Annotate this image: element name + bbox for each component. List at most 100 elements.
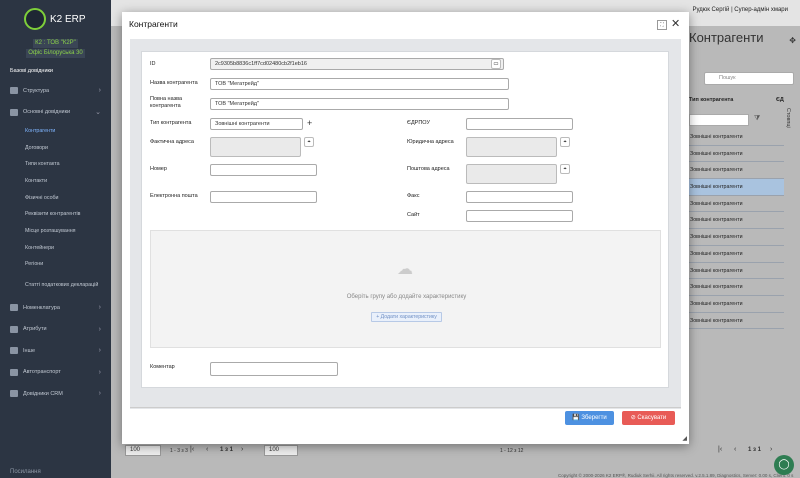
first-page-icon[interactable]: |‹: [190, 446, 194, 453]
nomenclature-icon: [10, 304, 18, 312]
prev-page-icon[interactable]: ‹: [206, 446, 208, 453]
sidebar-sub-tax-articles[interactable]: Статті податкових декларацій: [0, 273, 111, 297]
sidebar-item-vehicles[interactable]: Автотранспорт ›: [0, 362, 111, 384]
sidebar-sub-requisites[interactable]: Реквізити контрагентів: [0, 206, 111, 223]
range-text-mid: 1 - 12 з 12: [500, 448, 524, 454]
sidebar-sub-counterparties[interactable]: Контрагенти: [0, 123, 111, 140]
save-label: Зберегти: [581, 415, 607, 421]
sidebar-sub-containers[interactable]: Контейнери: [0, 240, 111, 257]
name-field[interactable]: ТОВ "Мегатрейд": [210, 78, 509, 90]
sidebar-menu: Структура › Основні довідники ⌄ Контрагент…: [0, 80, 111, 405]
sidebar-item-attributes[interactable]: Атрибути ›: [0, 319, 111, 341]
table-row[interactable]: Зовнішні контрагенти: [689, 179, 784, 196]
sidebar-item-nomenclature[interactable]: Номенклатура ›: [0, 297, 111, 319]
add-characteristic-button[interactable]: + Додати характеристику: [371, 312, 442, 322]
sidebar-sub-regions[interactable]: Регіони: [0, 257, 111, 274]
characteristics-empty-text: Оберіть групу або додайте характеристику: [346, 294, 467, 300]
first-page-icon[interactable]: |‹: [718, 446, 722, 453]
form-panel: ID 2c9305b8836c1ff7cd02480cb2f1eb16 ▭ На…: [141, 51, 669, 388]
sidebar-sub-locations[interactable]: Місце розташування: [0, 223, 111, 240]
sidebar-footer-link[interactable]: Посилання: [10, 469, 41, 475]
id-field[interactable]: 2c9305b8836c1ff7cd02480cb2f1eb16: [210, 58, 504, 70]
table-row[interactable]: Зовнішні контрагенти: [689, 196, 784, 213]
map-pin-icon[interactable]: ⌖: [560, 164, 570, 174]
page-indicator-right: 1 з 1: [748, 447, 761, 453]
column-filter-input[interactable]: [689, 114, 749, 126]
add-type-icon[interactable]: +: [307, 118, 312, 128]
table-row[interactable]: Зовнішні контрагенти: [689, 263, 784, 280]
close-icon[interactable]: ✕: [671, 17, 680, 30]
name-label: Назва контрагента: [150, 80, 198, 86]
table-row[interactable]: Зовнішні контрагенти: [689, 313, 784, 330]
table-row[interactable]: Зовнішні контрагенти: [689, 162, 784, 180]
sidebar-item-label: Основні довідники: [23, 109, 71, 116]
legal-address-label: Юридична адреса: [407, 139, 454, 145]
k2-logo-icon: [24, 8, 46, 30]
sidebar-item-label: Структура: [23, 87, 50, 94]
column-header-type[interactable]: Тип контрагента: [689, 97, 733, 103]
email-field[interactable]: [210, 191, 317, 203]
attributes-icon: [10, 325, 18, 333]
fax-field[interactable]: [466, 191, 573, 203]
table-row[interactable]: Зовнішні контрагенти: [689, 129, 784, 146]
sidebar-item-structure[interactable]: Структура ›: [0, 80, 111, 102]
search-input[interactable]: Пошук: [704, 72, 794, 85]
user-info[interactable]: Рудюк Сергій | Супер-адмін хмари: [692, 7, 788, 13]
cancel-button[interactable]: ⊘ Скасувати: [622, 411, 675, 425]
table-row[interactable]: Зовнішні контрагенти: [689, 296, 784, 313]
fax-label: Факс: [407, 193, 420, 199]
table-row[interactable]: Зовнішні контрагенти: [689, 212, 784, 230]
prev-page-icon[interactable]: ‹: [734, 446, 736, 453]
sidebar-item-other[interactable]: Інше ›: [0, 340, 111, 362]
app-name: K2 ERP: [50, 13, 86, 25]
columns-side-tab[interactable]: Стовпці: [785, 108, 791, 128]
map-pin-icon[interactable]: ⌖: [560, 137, 570, 147]
table-row[interactable]: Зовнішні контрагенти: [689, 146, 784, 163]
page-title: Контрагенти: [689, 30, 764, 45]
sidebar-sub-contacts[interactable]: Контакти: [0, 173, 111, 190]
table-row[interactable]: Зовнішні контрагенти: [689, 246, 784, 263]
filter-icon[interactable]: ⧩: [754, 115, 760, 123]
full-name-field[interactable]: ТОВ "Мегатрейд": [210, 98, 509, 110]
page-size-select-left[interactable]: 100: [125, 445, 161, 456]
sidebar-sub-persons[interactable]: Фізичні особи: [0, 190, 111, 207]
footer-divider: [130, 407, 681, 408]
sidebar-item-label: Інше: [23, 347, 36, 354]
type-field[interactable]: Зовнішні контрагенти: [210, 118, 303, 130]
chat-icon[interactable]: ◯: [774, 455, 794, 475]
sidebar-sub-contracts[interactable]: Договори: [0, 140, 111, 157]
folder-icon: [10, 108, 18, 116]
range-text-left: 1 - 3 з 3: [170, 448, 188, 454]
table-row[interactable]: Зовнішні контрагенти: [689, 279, 784, 296]
site-field[interactable]: [466, 210, 573, 222]
map-pin-icon[interactable]: ⌖: [304, 137, 314, 147]
sidebar-item-label: Автотранспорт: [23, 369, 61, 376]
table-row[interactable]: Зовнішні контрагенти: [689, 229, 784, 246]
edrpou-field[interactable]: [466, 118, 573, 130]
counterparty-dialog: Контрагенти ⛶ ✕ ID 2c9305b8836c1ff7cd024…: [122, 12, 689, 444]
copyright: Copyright © 2000-2026 K2 ERP®, Rudiuk Se…: [558, 473, 794, 478]
app-logo[interactable]: K2 ERP: [24, 8, 86, 30]
next-page-icon[interactable]: ›: [770, 446, 772, 453]
sidebar-sub-contact-types[interactable]: Типи контакта: [0, 156, 111, 173]
page-size-select-mid[interactable]: 100: [264, 445, 298, 456]
post-address-field[interactable]: [466, 164, 557, 184]
maximize-icon[interactable]: ⛶: [657, 20, 667, 30]
save-button[interactable]: 💾 Зберегти: [565, 411, 614, 425]
company-info[interactable]: К2 : ТОВ "К2Р" Офіс Білоруська 30: [0, 38, 111, 58]
copy-id-icon[interactable]: ▭: [491, 59, 501, 69]
chevron-right-icon: ›: [98, 325, 101, 333]
pin-icon[interactable]: ✥: [789, 36, 796, 45]
sidebar-item-crm[interactable]: Довідники CRM ›: [0, 383, 111, 405]
fact-address-field[interactable]: [210, 137, 301, 157]
resize-handle-icon[interactable]: ◢: [682, 435, 687, 442]
legal-address-field[interactable]: [466, 137, 557, 157]
phone-field[interactable]: [210, 164, 317, 176]
next-page-icon[interactable]: ›: [241, 446, 243, 453]
sidebar: K2 ERP К2 : ТОВ "К2Р" Офіс Білоруська 30…: [0, 0, 111, 478]
office-name: Офіс Білоруська 30: [26, 49, 85, 58]
post-address-label: Поштова адреса: [407, 166, 450, 172]
comment-field[interactable]: [210, 362, 338, 376]
column-header-ed[interactable]: ЄД: [776, 97, 784, 103]
sidebar-item-main-dirs[interactable]: Основні довідники ⌄: [0, 102, 111, 124]
